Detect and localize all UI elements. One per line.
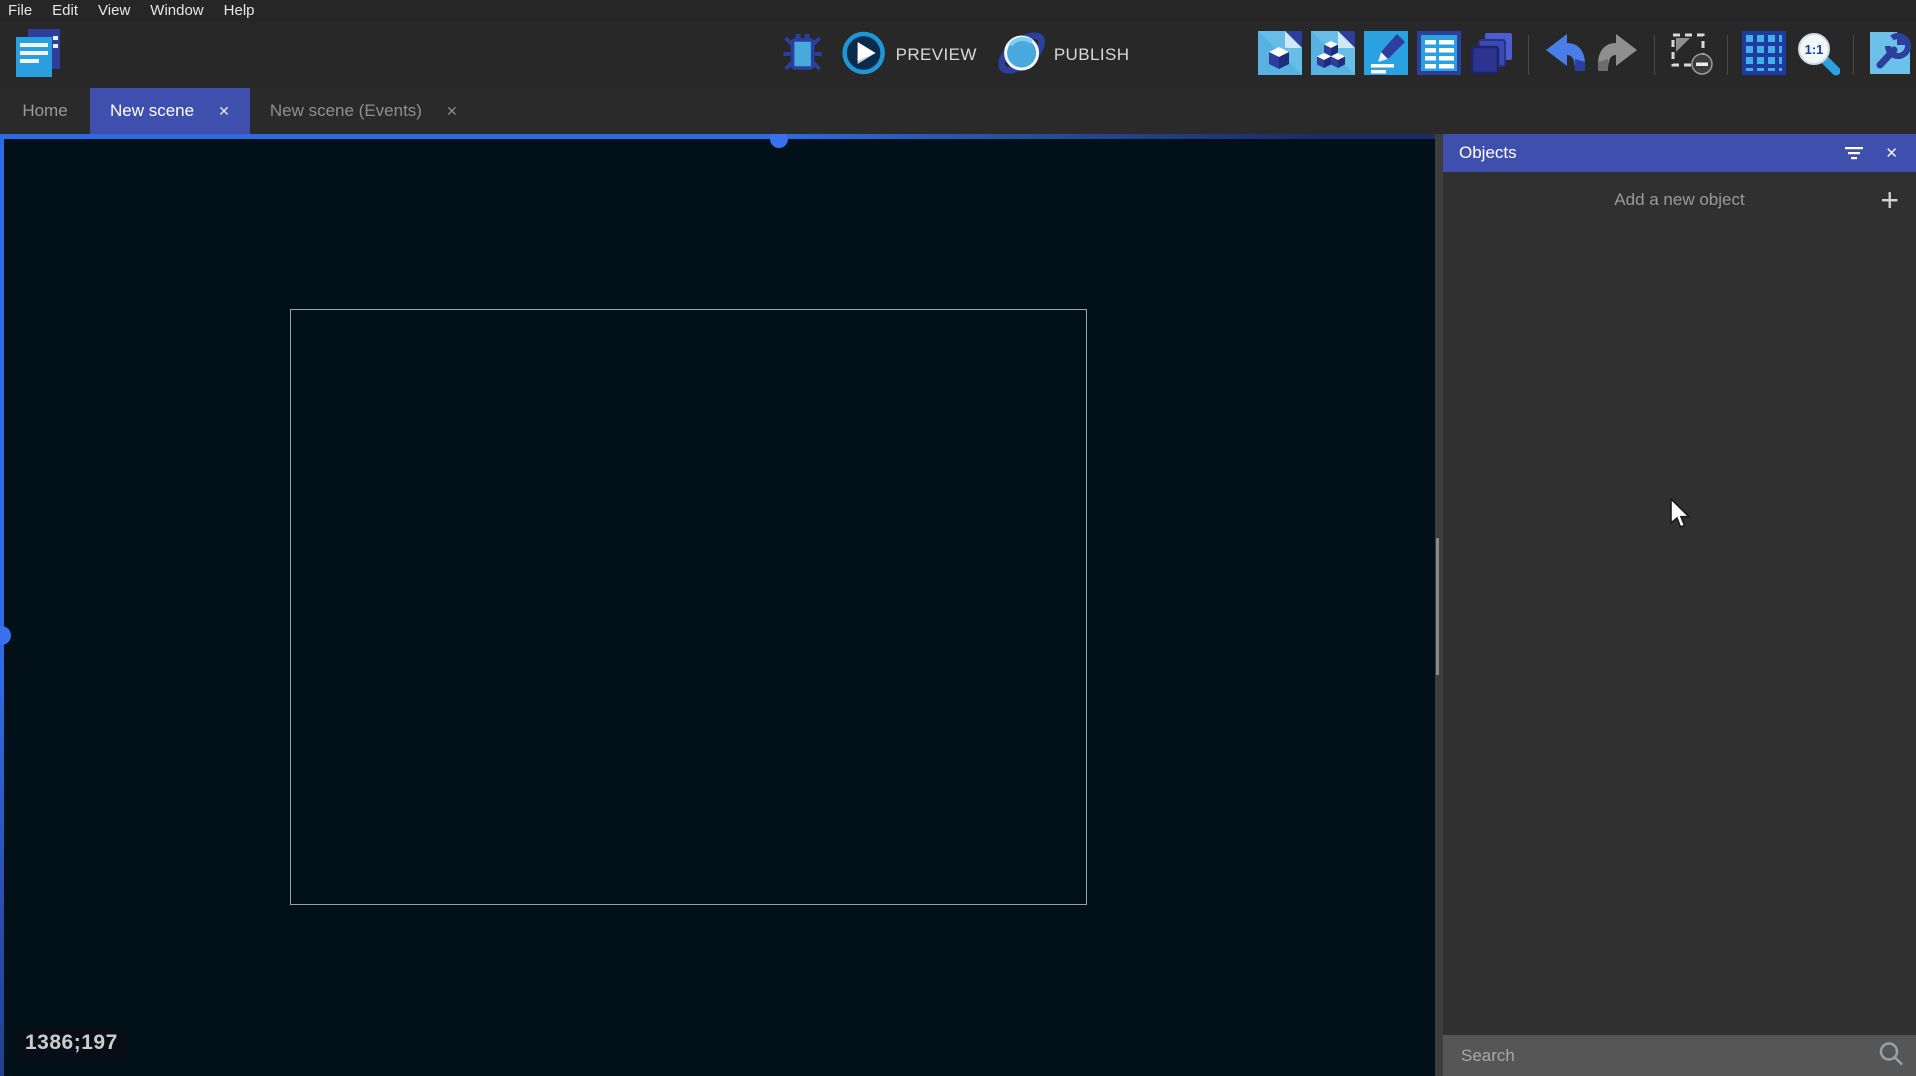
menu-window[interactable]: Window: [140, 0, 213, 22]
object-groups-button[interactable]: [1311, 33, 1355, 77]
search-icon: [1878, 1040, 1904, 1071]
cursor-coordinates: 1386;197: [17, 1028, 128, 1059]
scene-properties-button[interactable]: [1868, 33, 1912, 77]
tab-new-scene-events[interactable]: New scene (Events) ✕: [250, 88, 478, 134]
panel-resize-border-left[interactable]: [0, 134, 4, 1076]
search-placeholder: Search: [1443, 1046, 1515, 1066]
toolbar-separator: [1654, 35, 1655, 75]
instances-list-button[interactable]: [1417, 33, 1461, 77]
add-new-object-button[interactable]: Add a new object +: [1443, 172, 1916, 228]
layers-icon: [1470, 31, 1514, 80]
divider-drag-handle[interactable]: [1436, 538, 1439, 675]
toolbar-separator: [1528, 35, 1529, 75]
zoom-original-button[interactable]: 1:1: [1795, 33, 1839, 77]
play-icon: [841, 30, 887, 81]
project-manager-button[interactable]: [10, 29, 64, 81]
scene-editor-canvas[interactable]: 1386;197: [0, 134, 1435, 1076]
toolbar: PREVIEW PUBLISH: [0, 22, 1916, 88]
resize-handle-left[interactable]: [0, 626, 11, 645]
objects-panel-header: Objects ✕: [1443, 134, 1916, 172]
menu-bar: File Edit View Window Help: [0, 0, 1916, 22]
deselect-button[interactable]: [1669, 33, 1713, 77]
objects-cube-icon: [1258, 31, 1302, 80]
tab-new-scene[interactable]: New scene ✕: [90, 88, 250, 134]
close-icon[interactable]: ✕: [1885, 144, 1898, 162]
preview-button[interactable]: PREVIEW: [835, 30, 983, 81]
redo-button[interactable]: [1596, 33, 1640, 77]
toolbar-separator: [1727, 35, 1728, 75]
undo-arrow-icon: [1542, 31, 1588, 80]
layers-editor-button[interactable]: [1470, 33, 1514, 77]
properties-button[interactable]: [1364, 33, 1408, 77]
panel-divider: [1435, 134, 1443, 1076]
instances-list-icon: [1417, 31, 1461, 80]
project-manager-icon: [10, 27, 64, 84]
objects-panel: Objects ✕ Add a new object + Search: [1443, 134, 1916, 1076]
menu-help[interactable]: Help: [214, 0, 265, 22]
tab-label: Home: [22, 101, 67, 121]
game-window-border: [290, 309, 1087, 905]
plus-icon[interactable]: +: [1880, 184, 1899, 216]
toolbar-separator: [1853, 35, 1854, 75]
objects-list-empty-area[interactable]: [1443, 228, 1916, 1035]
add-new-object-label: Add a new object: [1614, 190, 1744, 210]
tab-label: New scene: [110, 101, 194, 121]
object-groups-icon: [1311, 31, 1355, 80]
grid-icon: [1742, 31, 1786, 80]
panel-resize-border-top[interactable]: [0, 134, 1435, 139]
undo-button[interactable]: [1543, 33, 1587, 77]
menu-edit[interactable]: Edit: [42, 0, 88, 22]
objects-search-input[interactable]: Search: [1443, 1035, 1916, 1076]
globe-icon: [999, 30, 1045, 81]
objects-panel-title: Objects: [1459, 143, 1841, 163]
tab-bar: Home New scene ✕ New scene (Events) ✕: [0, 88, 1916, 134]
publish-button[interactable]: PUBLISH: [993, 30, 1136, 81]
tab-home[interactable]: Home: [0, 88, 90, 134]
tab-label: New scene (Events): [270, 101, 422, 121]
main-area: 1386;197 Objects ✕ Add a new object: [0, 134, 1916, 1076]
debugger-button[interactable]: [781, 33, 825, 77]
grid-button[interactable]: [1742, 33, 1786, 77]
deselect-icon: [1669, 31, 1713, 80]
menu-file[interactable]: File: [0, 0, 42, 22]
filter-icon[interactable]: [1841, 140, 1867, 166]
preview-label: PREVIEW: [896, 45, 977, 65]
publish-label: PUBLISH: [1054, 45, 1130, 65]
redo-arrow-icon: [1595, 31, 1641, 80]
app-window: File Edit View Window Help: [0, 0, 1916, 1076]
menu-view[interactable]: View: [88, 0, 140, 22]
toolbar-center-group: PREVIEW PUBLISH: [781, 22, 1136, 88]
tab-close-icon[interactable]: ✕: [218, 104, 230, 118]
wrench-page-icon: [1868, 30, 1912, 81]
svg-text:1:1: 1:1: [1805, 42, 1824, 57]
properties-pencil-icon: [1364, 31, 1408, 80]
debugger-bug-icon: [783, 31, 823, 80]
toolbar-right-group: 1:1: [1258, 33, 1912, 77]
zoom-1-1-icon: 1:1: [1794, 30, 1840, 81]
objects-editor-button[interactable]: [1258, 33, 1302, 77]
tab-close-icon[interactable]: ✕: [446, 104, 458, 118]
resize-handle-top[interactable]: [770, 134, 788, 148]
